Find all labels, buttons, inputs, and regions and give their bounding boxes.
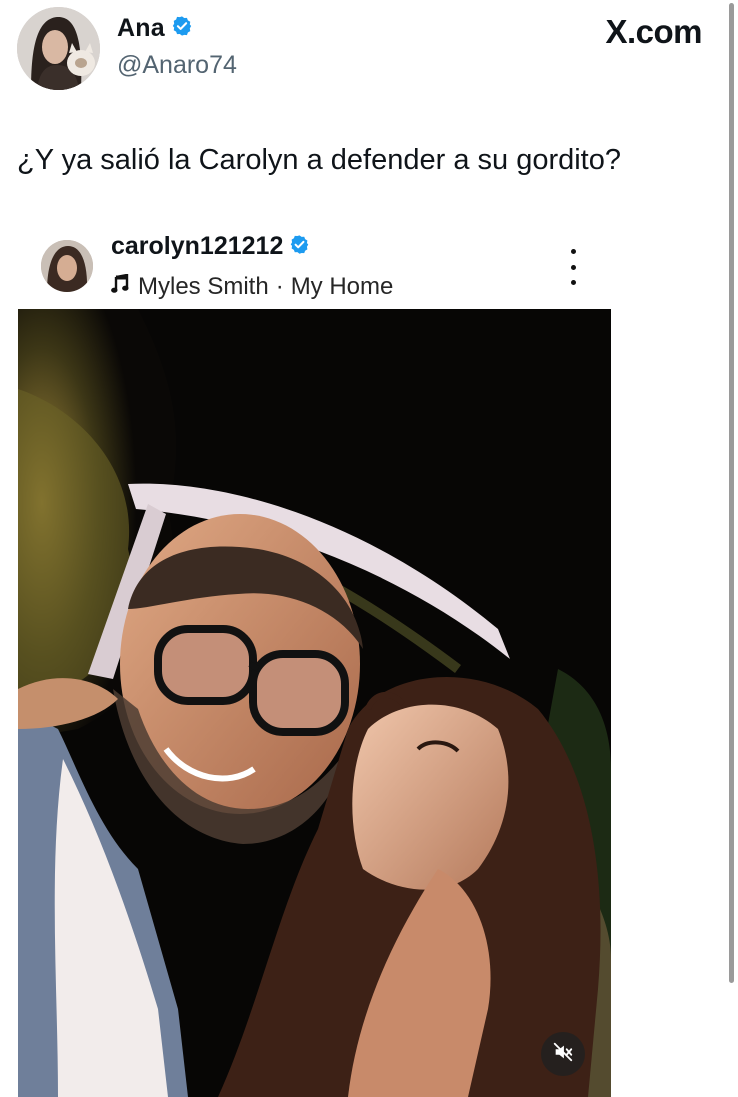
embedded-post-avatar[interactable] (41, 240, 93, 292)
scrollbar[interactable] (729, 3, 734, 983)
music-note-icon (111, 273, 129, 301)
embedded-avatar-image (41, 240, 93, 292)
tweet-text: ¿Y ya salió la Carolyn a defender a su g… (17, 144, 621, 176)
author-avatar[interactable] (17, 7, 100, 90)
verified-badge-icon (171, 15, 193, 42)
music-title: My Home (290, 273, 394, 300)
verified-badge-icon (289, 234, 310, 260)
embedded-username-row[interactable]: carolyn121212 (111, 232, 310, 261)
music-artist: Myles Smith (138, 273, 269, 300)
post-photo[interactable] (18, 309, 611, 1097)
music-separator: · (275, 273, 284, 300)
author-handle[interactable]: @Anaro74 (117, 51, 237, 80)
muted-speaker-icon (552, 1041, 574, 1068)
music-attribution[interactable]: Myles Smith · My Home (111, 273, 393, 301)
x-com-watermark: X.com (605, 13, 702, 50)
selfie-photo-image (18, 309, 611, 1097)
embedded-username[interactable]: carolyn121212 (111, 232, 283, 261)
mute-button[interactable] (541, 1032, 585, 1076)
author-avatar-image (17, 7, 100, 90)
author-name-row[interactable]: Ana (117, 14, 193, 43)
more-options-icon[interactable] (563, 249, 583, 285)
author-display-name[interactable]: Ana (117, 14, 165, 43)
